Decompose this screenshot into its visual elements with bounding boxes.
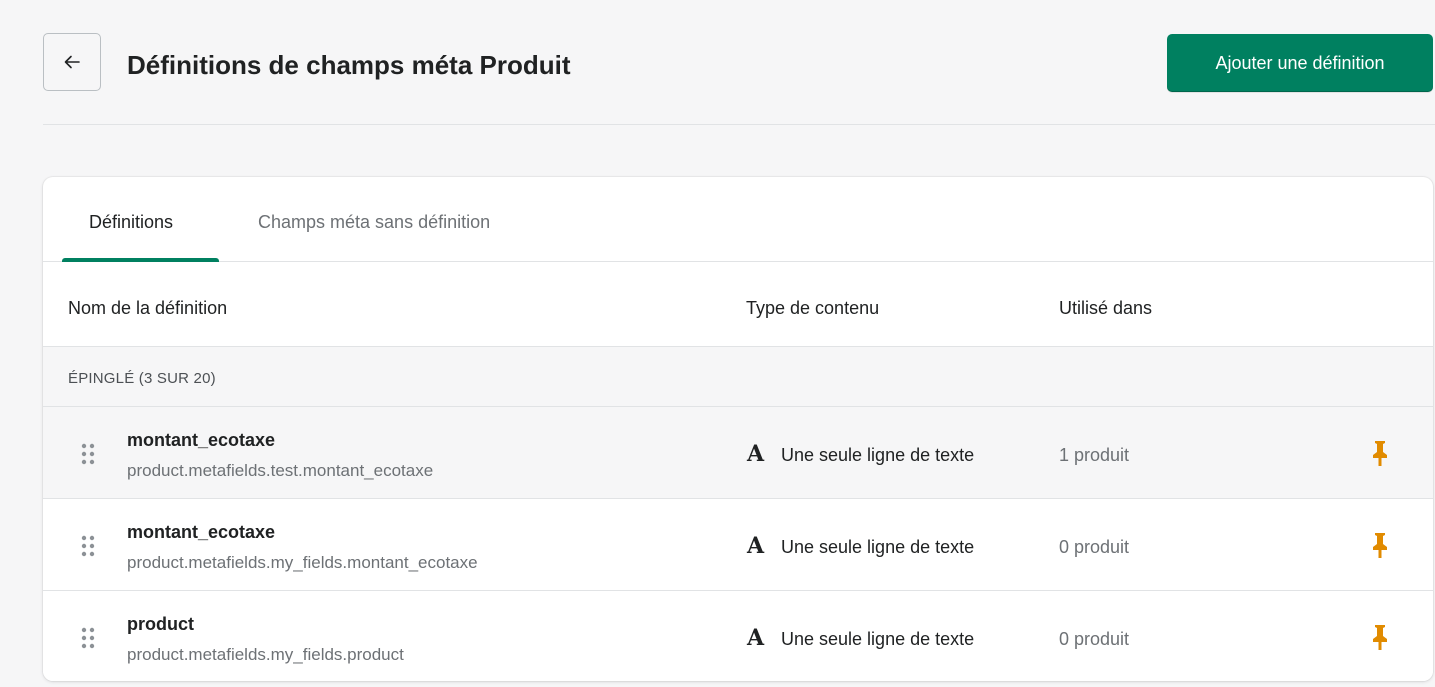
tab-definitions[interactable]: Définitions — [89, 210, 173, 234]
content-type: Une seule ligne de texte — [781, 445, 975, 465]
pinned-section-header: ÉPINGLÉ (3 SUR 20) — [43, 347, 1433, 407]
page: Définitions de champs méta Produit Ajout… — [0, 0, 1435, 687]
usage-count: 1 produit — [1059, 445, 1130, 465]
pinned-section-label: ÉPINGLÉ (3 SUR 20) — [68, 370, 216, 387]
text-type-icon: A — [747, 625, 765, 651]
arrow-left-icon — [64, 55, 80, 69]
back-button[interactable] — [43, 33, 101, 91]
content-type: Une seule ligne de texte — [781, 629, 975, 649]
text-type-icon: A — [747, 441, 765, 467]
header-divider — [43, 124, 1435, 125]
content-type: Une seule ligne de texte — [781, 537, 975, 557]
definition-name[interactable]: product — [127, 612, 194, 636]
column-header-name: Nom de la définition — [68, 298, 228, 318]
column-header-used: Utilisé dans — [1059, 298, 1153, 318]
tab-bar: Définitions Champs méta sans définition — [43, 177, 1433, 262]
table-row[interactable]: montant_ecotaxe product.metafields.my_fi… — [43, 499, 1433, 591]
tab-unstructured-metafields[interactable]: Champs méta sans définition — [258, 210, 490, 234]
definition-name[interactable]: montant_ecotaxe — [127, 428, 275, 452]
definitions-card: Définitions Champs méta sans définition … — [43, 177, 1433, 681]
page-title: Définitions de champs méta Produit — [127, 50, 571, 80]
table-row[interactable]: product product.metafields.my_fields.pro… — [43, 591, 1433, 681]
definition-name[interactable]: montant_ecotaxe — [127, 520, 275, 544]
text-type-icon: A — [747, 533, 765, 559]
pin-icon[interactable] — [1369, 623, 1391, 651]
drag-handle-icon[interactable] — [81, 627, 95, 649]
table-row[interactable]: montant_ecotaxe product.metafields.test.… — [43, 407, 1433, 499]
pin-icon[interactable] — [1369, 531, 1391, 559]
column-header-type: Type de contenu — [746, 298, 880, 318]
pin-icon[interactable] — [1369, 439, 1391, 467]
definition-key: product.metafields.my_fields.product — [127, 645, 404, 664]
drag-handle-icon[interactable] — [81, 443, 95, 465]
add-definition-button[interactable]: Ajouter une définition — [1167, 34, 1433, 92]
usage-count: 0 produit — [1059, 629, 1130, 649]
table-header: Nom de la définition Type de contenu Uti… — [43, 262, 1433, 347]
drag-handle-icon[interactable] — [81, 535, 95, 557]
definition-key: product.metafields.test.montant_ecotaxe — [127, 461, 434, 480]
definition-key: product.metafields.my_fields.montant_eco… — [127, 553, 478, 572]
usage-count: 0 produit — [1059, 537, 1130, 557]
